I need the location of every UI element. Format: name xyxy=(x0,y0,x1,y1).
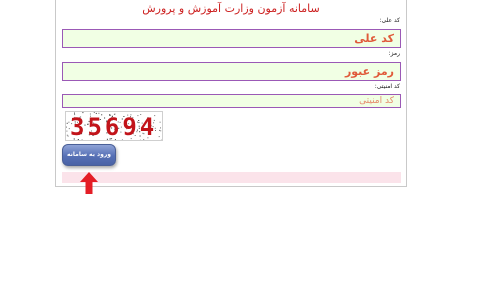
password-field[interactable] xyxy=(62,62,401,81)
security-code-label: کد امنیتی: xyxy=(374,83,400,90)
arrow-up-icon xyxy=(80,172,98,194)
login-button[interactable]: ورود به سامانه xyxy=(62,144,116,166)
captcha-image: 35694 xyxy=(65,111,163,141)
security-code-field[interactable] xyxy=(62,94,401,108)
password-field-label: رمز: xyxy=(388,50,400,57)
message-bar xyxy=(62,172,401,183)
login-panel: سامانه آزمون وزارت آموزش و پرورش کد علی:… xyxy=(55,0,407,187)
page-title: سامانه آزمون وزارت آموزش و پرورش xyxy=(142,2,320,15)
code-field-label: کد علی: xyxy=(379,17,400,24)
code-field[interactable] xyxy=(62,29,401,48)
captcha-text: 35694 xyxy=(70,113,158,141)
